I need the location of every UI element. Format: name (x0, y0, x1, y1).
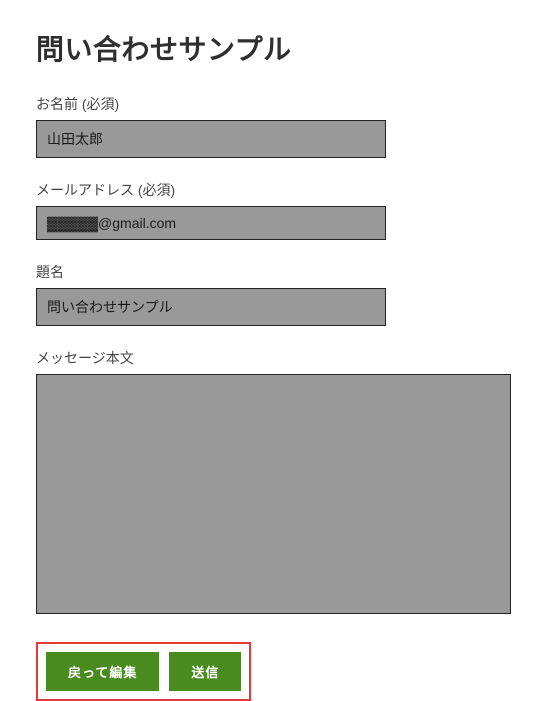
page-title: 問い合わせサンプル (36, 28, 514, 68)
submit-button[interactable]: 送信 (169, 652, 241, 691)
form-group-message: メッセージ本文 (36, 348, 514, 614)
name-label: お名前 (必須) (36, 94, 514, 114)
button-row-highlight: 戻って編集 送信 (36, 642, 251, 701)
message-label: メッセージ本文 (36, 348, 514, 368)
form-group-subject: 題名 問い合わせサンプル (36, 262, 514, 326)
back-edit-button[interactable]: 戻って編集 (46, 652, 159, 691)
form-group-email: メールアドレス (必須) ▓▓▓▓▓@gmail.com (36, 180, 514, 240)
subject-label: 題名 (36, 262, 514, 282)
message-value (36, 374, 511, 614)
name-value: 山田太郎 (36, 120, 386, 158)
email-value: ▓▓▓▓▓@gmail.com (36, 206, 386, 240)
subject-value: 問い合わせサンプル (36, 288, 386, 326)
form-group-name: お名前 (必須) 山田太郎 (36, 94, 514, 158)
email-label: メールアドレス (必須) (36, 180, 514, 200)
